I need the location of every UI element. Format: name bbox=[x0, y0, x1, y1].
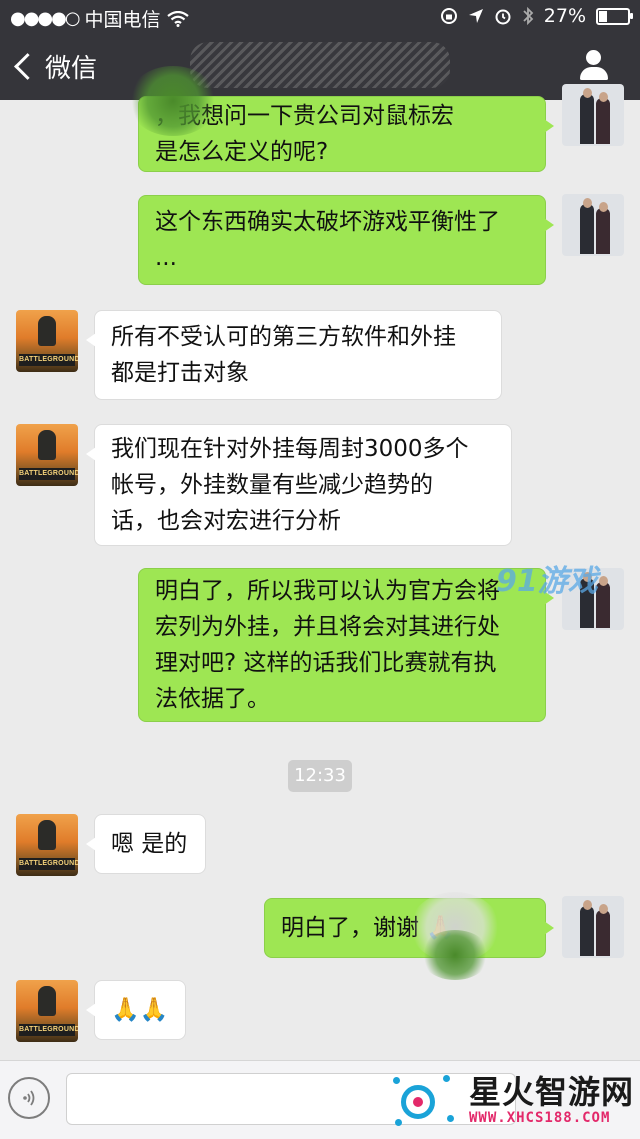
avatar-face bbox=[599, 92, 608, 102]
avatar-figure bbox=[38, 986, 56, 1016]
avatar-face bbox=[599, 202, 608, 212]
person-icon-head bbox=[586, 50, 601, 65]
signal-strength-icon: ●●●●○ bbox=[10, 8, 81, 29]
message-text: 🙏🙏 bbox=[111, 997, 169, 1023]
avatar-figure bbox=[580, 204, 594, 254]
message-text: 所有不受认可的第三方软件和外挂 都是打击对象 bbox=[111, 324, 456, 386]
avatar-logo-text: BATTLEGROUNDS bbox=[19, 858, 78, 870]
logo-core bbox=[412, 1097, 423, 1107]
battery-icon bbox=[596, 7, 633, 25]
location-icon bbox=[468, 9, 483, 23]
message-bubble-outgoing[interactable]: 明白了，所以我可以认为官方会将 宏列为外挂，并且将会对其进行处 理对吧? 这样的… bbox=[138, 568, 554, 722]
message-bubble-outgoing[interactable]: 这个东西确实太破坏游戏平衡性了 ... bbox=[138, 195, 554, 285]
avatar-figure bbox=[580, 906, 594, 956]
avatar-figure bbox=[38, 316, 56, 346]
back-button-label: 微信 bbox=[45, 54, 98, 84]
watermark-logo-icon bbox=[391, 1069, 461, 1131]
message-bubble-incoming[interactable]: 所有不受认可的第三方软件和外挂 都是打击对象 bbox=[86, 310, 502, 400]
obscured-chat-title bbox=[190, 42, 450, 88]
avatar-face bbox=[583, 198, 592, 208]
avatar-face bbox=[583, 900, 592, 910]
status-bar: ●●●●○ 中国电信 27% bbox=[0, 0, 640, 34]
avatar-face bbox=[583, 88, 592, 98]
avatar-figure bbox=[596, 98, 610, 144]
wifi-icon bbox=[166, 10, 189, 27]
avatar-logo-text: BATTLEGROUNDS bbox=[19, 468, 78, 480]
bluetooth-icon bbox=[523, 6, 534, 26]
message-bubble-incoming[interactable]: 我们现在针对外挂每周封3000多个 帐号，外挂数量有些减少趋势的 话，也会对宏进… bbox=[86, 424, 512, 546]
contact-avatar[interactable]: BATTLEGROUNDS bbox=[16, 310, 78, 372]
battery-percentage: 27% bbox=[543, 5, 586, 27]
alarm-icon bbox=[495, 9, 511, 25]
person-icon-body bbox=[580, 67, 608, 80]
message-input-bar: 星火智游网 WWW.XHCS188.COM bbox=[0, 1060, 640, 1139]
redaction-smudge bbox=[128, 66, 218, 136]
my-avatar[interactable] bbox=[562, 194, 624, 256]
contact-avatar[interactable]: BATTLEGROUNDS bbox=[16, 980, 78, 1042]
avatar-figure bbox=[596, 208, 610, 254]
site-watermark: 星火智游网 WWW.XHCS188.COM bbox=[391, 1069, 634, 1131]
battery-level bbox=[599, 10, 608, 22]
rotation-lock-icon bbox=[440, 8, 457, 24]
message-text: 明白了，所以我可以认为官方会将 宏列为外挂，并且将会对其进行处 理对吧? 这样的… bbox=[155, 578, 500, 712]
avatar-figure bbox=[580, 94, 594, 144]
carrier-name: 中国电信 bbox=[84, 9, 161, 31]
message-text: 我们现在针对外挂每周封3000多个 帐号，外挂数量有些减少趋势的 话，也会对宏进… bbox=[111, 436, 469, 534]
my-avatar[interactable] bbox=[562, 896, 624, 958]
contact-avatar[interactable]: BATTLEGROUNDS bbox=[16, 424, 78, 486]
avatar-face bbox=[599, 904, 608, 914]
avatar-logo-text: BATTLEGROUNDS bbox=[19, 354, 78, 366]
message-text: 嗯 是的 bbox=[111, 831, 188, 857]
logo-dot bbox=[392, 1077, 400, 1084]
avatar-face bbox=[599, 576, 608, 586]
watermark-site-url: WWW.XHCS188.COM bbox=[468, 1110, 611, 1126]
avatar-figure bbox=[596, 582, 610, 628]
chat-info-button[interactable] bbox=[578, 50, 610, 82]
logo-dot bbox=[394, 1119, 402, 1126]
logo-dot bbox=[442, 1075, 450, 1082]
voice-input-button[interactable] bbox=[8, 1077, 50, 1119]
message-bubble-outgoing[interactable]: 明白了，谢谢 🙏 bbox=[264, 898, 554, 958]
navigation-bar: 微信 bbox=[0, 34, 640, 100]
message-bubble-incoming[interactable]: 嗯 是的 bbox=[86, 814, 206, 874]
redaction-smudge bbox=[420, 930, 490, 980]
avatar-figure bbox=[38, 820, 56, 850]
watermark-site-name: 星火智游网 bbox=[468, 1073, 634, 1111]
message-bubble-incoming[interactable]: 🙏🙏 bbox=[86, 980, 186, 1040]
avatar-figure bbox=[596, 910, 610, 956]
message-text: 这个东西确实太破坏游戏平衡性了 ... bbox=[155, 209, 500, 271]
voice-wave-icon bbox=[23, 1090, 35, 1106]
back-button[interactable]: 微信 bbox=[14, 48, 98, 85]
logo-dot bbox=[446, 1115, 454, 1122]
avatar-logo-text: BATTLEGROUNDS bbox=[19, 1024, 78, 1036]
timestamp-divider: 12:33 bbox=[288, 760, 352, 792]
avatar-figure bbox=[38, 430, 56, 460]
corner-watermark: 91游戏 bbox=[496, 564, 598, 599]
contact-avatar[interactable]: BATTLEGROUNDS bbox=[16, 814, 78, 876]
my-avatar[interactable] bbox=[562, 84, 624, 146]
chevron-left-icon bbox=[14, 53, 41, 80]
